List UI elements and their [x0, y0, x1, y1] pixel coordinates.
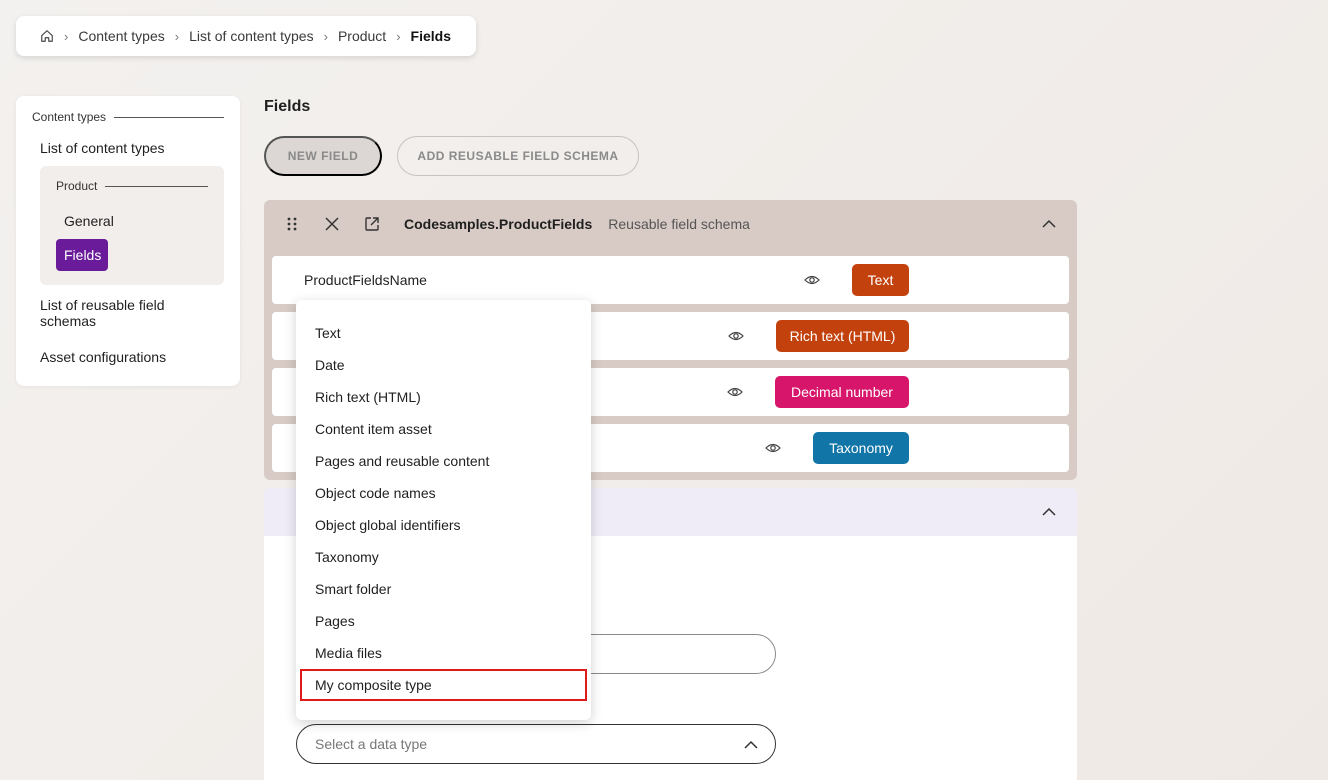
chevron-up-icon[interactable]	[1041, 504, 1057, 523]
breadcrumb-list-of-content-types[interactable]: List of content types	[189, 28, 314, 44]
dropdown-option-date[interactable]: Date	[296, 349, 591, 381]
sidebar-group-heading: Product	[56, 179, 208, 193]
sidebar-section-title: Content types	[32, 110, 107, 124]
dropdown-option-rich-text[interactable]: Rich text (HTML)	[296, 381, 591, 413]
chevron-up-icon[interactable]	[1041, 216, 1057, 235]
field-type-badge: Taxonomy	[813, 432, 909, 464]
sidebar-item-general[interactable]: General	[56, 209, 208, 233]
dropdown-option-text[interactable]: Text	[296, 317, 591, 349]
breadcrumb: › Content types › List of content types …	[16, 16, 476, 56]
data-type-select[interactable]: Select a data type	[296, 724, 776, 764]
dropdown-option-smart-folder[interactable]: Smart folder	[296, 573, 591, 605]
field-row[interactable]: ProductFieldsName Text	[272, 256, 1069, 304]
dropdown-option-media-files[interactable]: Media files	[296, 637, 591, 669]
dropdown-option-taxonomy[interactable]: Taxonomy	[296, 541, 591, 573]
sidebar-item-asset-configurations[interactable]: Asset configurations	[40, 349, 224, 365]
data-type-dropdown: Text Date Rich text (HTML) Content item …	[296, 300, 591, 720]
sidebar-item-list-of-content-types[interactable]: List of content types	[40, 140, 224, 156]
breadcrumb-fields: Fields	[410, 28, 452, 44]
drag-handle-icon[interactable]	[284, 216, 300, 232]
page-title: Fields	[264, 98, 311, 115]
field-type-badge: Rich text (HTML)	[776, 320, 909, 352]
dropdown-option-object-code-names[interactable]: Object code names	[296, 477, 591, 509]
field-name: ProductFieldsName	[304, 272, 427, 288]
new-field-button[interactable]: NEW FIELD	[264, 136, 382, 176]
sidebar-group-product: Product General Fields	[40, 166, 224, 285]
schema-subtitle: Reusable field schema	[608, 216, 750, 232]
open-external-icon[interactable]	[364, 216, 380, 232]
dropdown-option-pages[interactable]: Pages	[296, 605, 591, 637]
close-icon[interactable]	[324, 216, 340, 232]
schema-header: Codesamples.ProductFields Reusable field…	[264, 200, 1077, 248]
add-reusable-field-schema-button[interactable]: ADD REUSABLE FIELD SCHEMA	[397, 136, 639, 176]
eye-icon[interactable]	[804, 272, 820, 288]
breadcrumb-product[interactable]: Product	[338, 28, 386, 44]
chevron-right-icon: ›	[323, 28, 328, 44]
dropdown-option-content-item-asset[interactable]: Content item asset	[296, 413, 591, 445]
chevron-right-icon: ›	[396, 28, 401, 44]
dropdown-option-pages-and-reusable-content[interactable]: Pages and reusable content	[296, 445, 591, 477]
schema-name: Codesamples.ProductFields	[404, 216, 593, 232]
field-type-badge: Decimal number	[775, 376, 909, 408]
home-icon[interactable]	[40, 29, 54, 43]
eye-icon[interactable]	[765, 440, 781, 456]
sidebar-section-heading: Content types	[32, 110, 224, 124]
eye-icon[interactable]	[728, 328, 744, 344]
data-type-select-placeholder: Select a data type	[315, 736, 428, 752]
chevron-up-icon	[743, 737, 759, 756]
chevron-right-icon: ›	[64, 28, 69, 44]
field-type-badge: Text	[852, 264, 909, 296]
eye-icon[interactable]	[727, 384, 743, 400]
sidebar-group-title: Product	[56, 179, 98, 193]
divider	[105, 185, 208, 187]
divider	[114, 116, 224, 118]
chevron-right-icon: ›	[174, 28, 180, 44]
breadcrumb-content-types[interactable]: Content types	[78, 28, 164, 44]
sidebar-item-fields[interactable]: Fields	[56, 239, 108, 271]
sidebar-item-reusable-field-schemas[interactable]: List of reusable field schemas	[40, 297, 190, 329]
dropdown-option-my-composite-type[interactable]: My composite type	[296, 669, 591, 701]
dropdown-option-object-global-identifiers[interactable]: Object global identifiers	[296, 509, 591, 541]
sidebar: Content types List of content types Prod…	[16, 96, 240, 386]
